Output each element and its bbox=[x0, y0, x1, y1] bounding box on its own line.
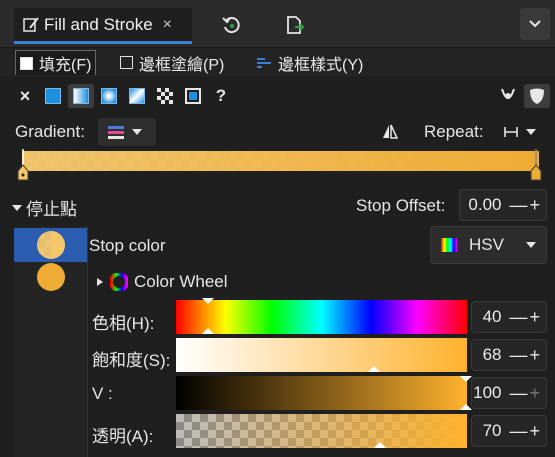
unset-paint-icon[interactable]: ? bbox=[211, 86, 231, 106]
collapsed-triangle-icon bbox=[97, 278, 103, 286]
fill-checkbox-icon bbox=[20, 56, 33, 70]
pattern-icon[interactable] bbox=[155, 86, 175, 106]
no-paint-icon[interactable]: × bbox=[15, 86, 35, 106]
value-value: 100 bbox=[473, 383, 502, 402]
color-model-dropdown[interactable]: HSV bbox=[430, 226, 547, 264]
saturation-decrement-icon[interactable]: — bbox=[509, 345, 527, 366]
undo-history-icon[interactable] bbox=[218, 12, 244, 38]
mesh-gradient-icon[interactable] bbox=[127, 86, 147, 106]
saturation-value: 68 bbox=[482, 345, 502, 364]
hue-slider-thumb-bottom[interactable] bbox=[202, 328, 214, 334]
value-spinner[interactable]: 100 — + bbox=[471, 377, 547, 409]
stop-offset-increment-icon[interactable]: + bbox=[529, 195, 540, 216]
hue-slider[interactable] bbox=[176, 300, 467, 334]
value-increment-icon[interactable]: + bbox=[529, 383, 540, 404]
saturation-slider[interactable] bbox=[176, 338, 467, 372]
radial-gradient-icon[interactable] bbox=[99, 86, 119, 106]
reverse-gradient-icon[interactable] bbox=[381, 124, 399, 145]
gradient-library-dropdown[interactable] bbox=[98, 118, 156, 146]
repeat-mode-dropdown[interactable] bbox=[498, 118, 548, 146]
hue-label: 色相(H): bbox=[92, 314, 155, 333]
hue-value: 40 bbox=[482, 307, 502, 326]
gradient-stop-handle-end[interactable] bbox=[529, 149, 543, 181]
stop-offset-label: Stop Offset: bbox=[356, 196, 446, 215]
color-wheel-expander[interactable]: Color Wheel bbox=[96, 272, 228, 292]
stop-offset-spinner[interactable]: 0.00 — + bbox=[459, 189, 547, 221]
fill-stroke-icon bbox=[23, 16, 39, 32]
color-wheel-icon bbox=[110, 273, 128, 291]
color-wheel-label: Color Wheel bbox=[134, 272, 228, 291]
fill-rule-evenodd-icon[interactable] bbox=[498, 86, 518, 106]
repeat-label: Repeat: bbox=[424, 122, 484, 141]
hue-spinner[interactable]: 40 — + bbox=[471, 301, 547, 333]
stops-header-label: 停止點 bbox=[26, 200, 77, 219]
new-document-icon[interactable] bbox=[281, 12, 307, 38]
stop-color-swatch bbox=[36, 231, 65, 259]
tab-fill-and-stroke[interactable]: Fill and Stroke × bbox=[14, 8, 192, 44]
stop-color-label: Stop color bbox=[89, 236, 166, 255]
value-decrement-icon[interactable]: — bbox=[509, 383, 527, 404]
alpha-spinner[interactable]: 70 — + bbox=[471, 415, 547, 447]
subtab-stroke-style-label: 邊框樣式(Y) bbox=[278, 56, 364, 74]
chevron-down-icon bbox=[526, 129, 536, 135]
alpha-slider[interactable] bbox=[176, 414, 467, 448]
tab-title: Fill and Stroke bbox=[44, 14, 153, 34]
value-slider[interactable] bbox=[176, 376, 467, 410]
hue-increment-icon[interactable]: + bbox=[529, 307, 540, 328]
stop-offset-decrement-icon[interactable]: — bbox=[509, 195, 527, 216]
saturation-increment-icon[interactable]: + bbox=[529, 345, 540, 366]
gradient-preview-bar[interactable] bbox=[22, 151, 539, 171]
subtab-stroke-paint[interactable]: 邊框塗繪(P) bbox=[120, 50, 224, 75]
stroke-paint-checkbox-icon bbox=[120, 56, 133, 69]
hue-decrement-icon[interactable]: — bbox=[509, 307, 527, 328]
swatch-icon[interactable] bbox=[183, 86, 203, 106]
chevron-down-icon bbox=[132, 129, 142, 135]
saturation-slider-thumb[interactable] bbox=[368, 366, 380, 372]
stop-list-item-1[interactable] bbox=[14, 228, 87, 262]
expand-triangle-icon bbox=[12, 204, 22, 211]
saturation-label: 飽和度(S): bbox=[92, 351, 171, 370]
gradient-library-icon bbox=[108, 126, 124, 139]
alpha-decrement-icon[interactable]: — bbox=[509, 421, 527, 442]
stop-color-swatch bbox=[36, 263, 65, 291]
gradient-stop-handle-start[interactable] bbox=[16, 149, 30, 181]
subtab-stroke-paint-label: 邊框塗繪(P) bbox=[139, 56, 225, 74]
alpha-label: 透明(A): bbox=[92, 427, 154, 446]
repeat-none-icon bbox=[504, 127, 518, 137]
color-model-label: HSV bbox=[469, 235, 504, 254]
stops-section-toggle[interactable]: 停止點 bbox=[12, 195, 77, 220]
stop-offset-value: 0.00 bbox=[468, 195, 502, 214]
subtab-stroke-style[interactable]: 邊框樣式(Y) bbox=[256, 50, 363, 75]
alpha-value: 70 bbox=[482, 421, 502, 440]
stop-list-item-2[interactable] bbox=[14, 260, 87, 294]
gradient-label: Gradient: bbox=[15, 122, 85, 141]
subtab-fill[interactable]: 填充(F) bbox=[15, 50, 97, 75]
fill-rule-nonzero-icon[interactable] bbox=[524, 84, 550, 108]
saturation-spinner[interactable]: 68 — + bbox=[471, 339, 547, 371]
alpha-slider-thumb[interactable] bbox=[374, 442, 386, 448]
linear-gradient-icon[interactable] bbox=[68, 84, 94, 108]
alpha-increment-icon[interactable]: + bbox=[529, 421, 540, 442]
chevron-down-icon bbox=[526, 242, 536, 248]
flat-color-icon[interactable] bbox=[43, 86, 63, 106]
subtab-fill-label: 填充(F) bbox=[39, 57, 92, 74]
hue-slider-thumb-top[interactable] bbox=[202, 298, 214, 304]
close-tab-icon[interactable]: × bbox=[163, 16, 172, 34]
tab-overflow-chevron-icon[interactable] bbox=[520, 8, 550, 40]
stroke-style-icon bbox=[257, 57, 271, 68]
color-model-icon bbox=[441, 238, 457, 252]
value-label: V : bbox=[92, 384, 113, 403]
